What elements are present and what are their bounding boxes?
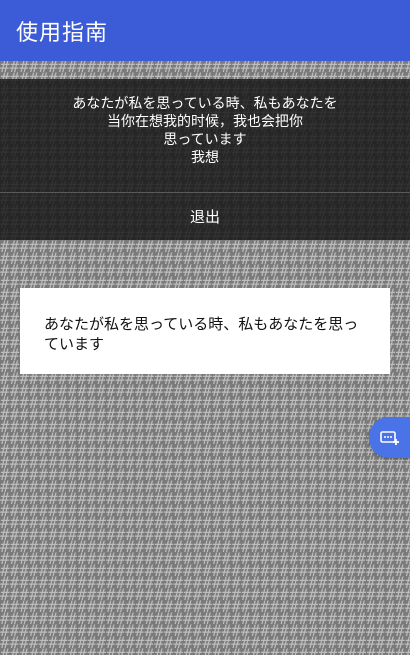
add-note-icon: [379, 430, 399, 445]
note-card[interactable]: あなたが私を思っている時、私もあなたを思っています: [20, 288, 390, 374]
app-bar: 使用指南: [0, 0, 410, 61]
dialog-panel: あなたが私を思っている時、私もあなたを 当你在想我的时候，我也会把你 思っていま…: [0, 79, 410, 240]
exit-button[interactable]: 退出: [0, 193, 410, 240]
dialog-message: あなたが私を思っている時、私もあなたを 当你在想我的时候，我也会把你 思っていま…: [72, 96, 338, 166]
add-note-button[interactable]: [369, 417, 410, 458]
app-title: 使用指南: [16, 20, 109, 46]
note-text: あなたが私を思っている時、私もあなたを思っています: [44, 315, 359, 353]
